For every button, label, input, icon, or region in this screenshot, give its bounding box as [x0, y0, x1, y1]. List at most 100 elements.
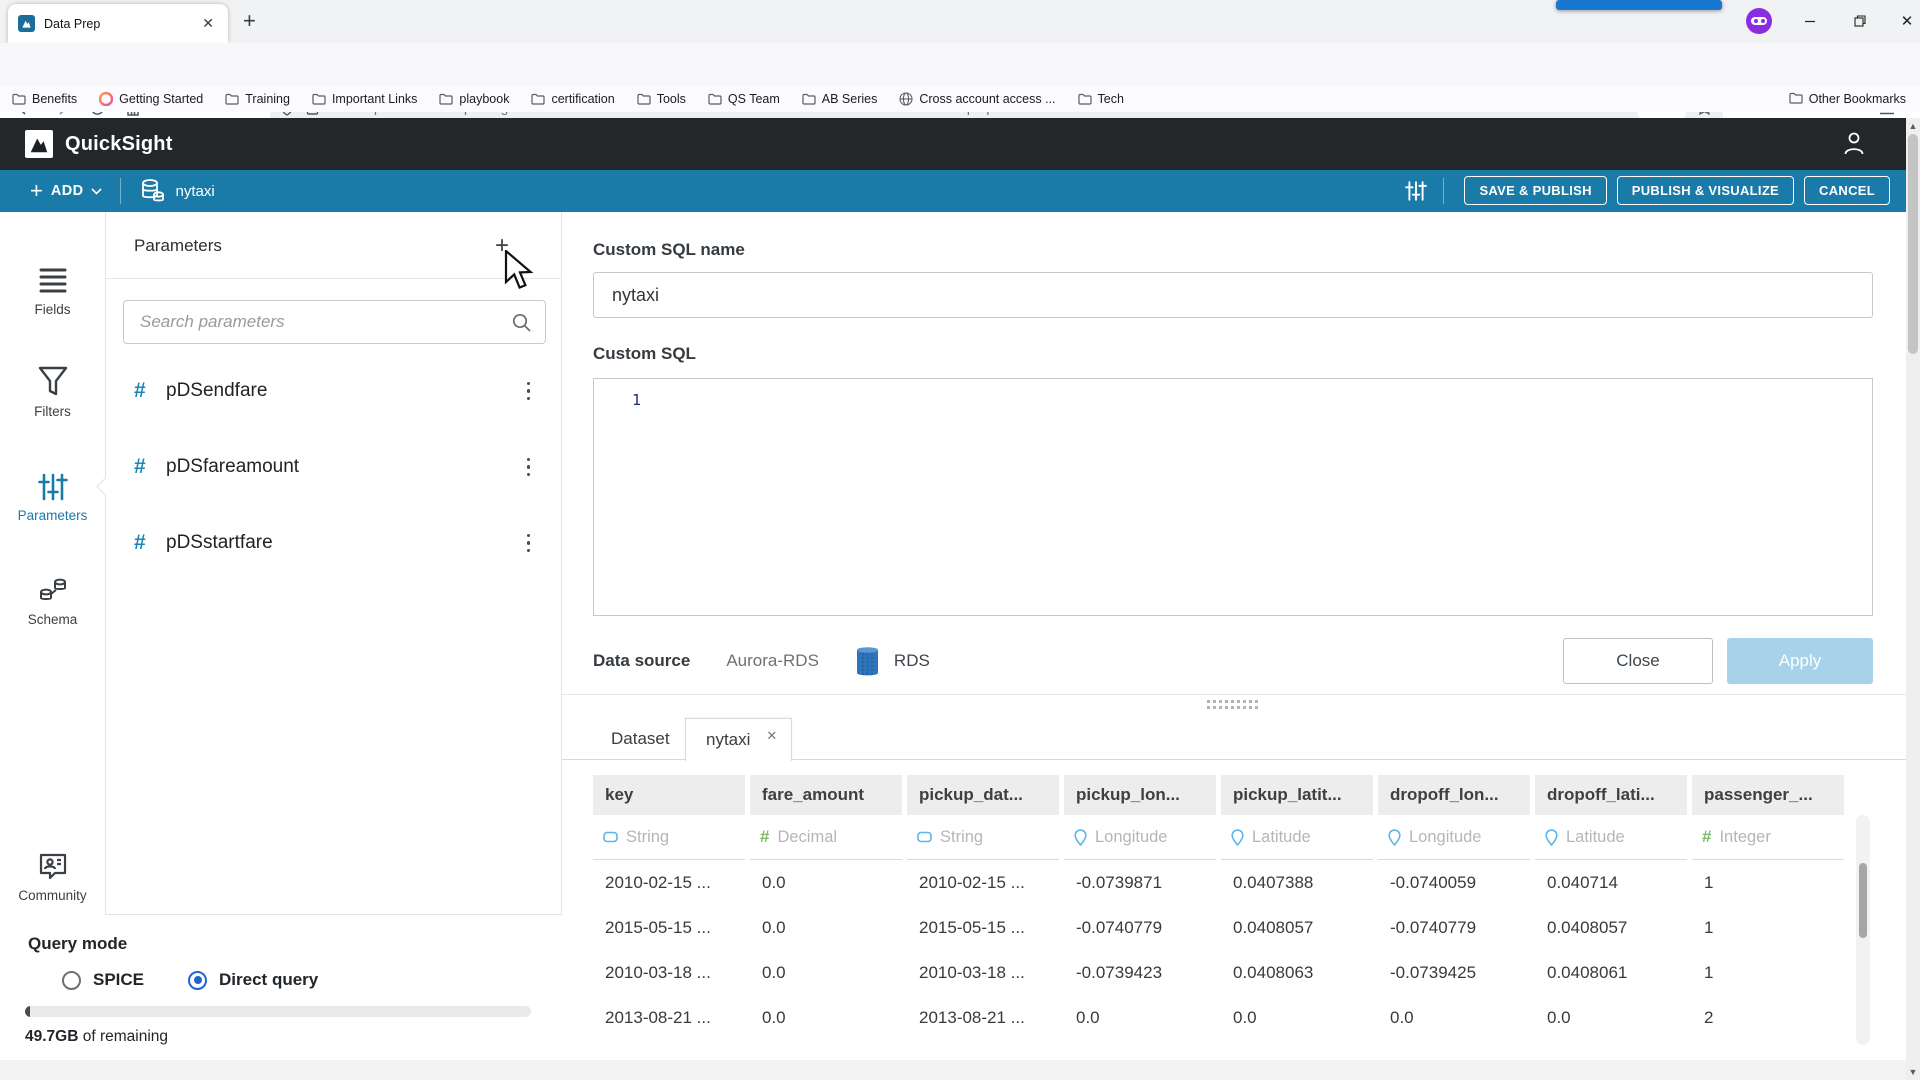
column-type[interactable]: Longitude	[1378, 815, 1530, 860]
table-column: passenger_... #Integer1112	[1692, 775, 1844, 1045]
parameter-name: pDSstartfare	[166, 532, 523, 554]
column-header[interactable]: pickup_dat...	[907, 775, 1059, 815]
database-icon	[139, 178, 165, 204]
folder-icon	[708, 93, 722, 105]
direct-query-label: Direct query	[219, 970, 318, 990]
table-cell: 0.0408057	[1535, 905, 1687, 950]
tab-close-icon[interactable]: ✕	[198, 15, 218, 32]
browser-tab[interactable]: Data Prep ✕	[8, 4, 228, 43]
editor-line-number: 1	[632, 391, 641, 409]
table-cell: -0.0740059	[1378, 860, 1530, 905]
parameter-item[interactable]: # pDSfareamount	[106, 444, 562, 490]
bookmark-item[interactable]: certification	[531, 92, 614, 106]
tab-dataset[interactable]: Dataset	[593, 718, 688, 760]
custom-sql-label: Custom SQL	[593, 344, 696, 364]
column-type[interactable]: Latitude	[1221, 815, 1373, 860]
window-close-button[interactable]: ✕	[1890, 6, 1920, 36]
page-scrollbar[interactable]: ▲ ▼	[1906, 118, 1920, 1080]
bookmark-item[interactable]: Getting Started	[99, 92, 203, 106]
table-scrollbar[interactable]	[1856, 815, 1870, 1045]
bookmark-item[interactable]: AB Series	[802, 92, 878, 106]
bookmark-item[interactable]: playbook	[439, 92, 509, 106]
sidebar-item-community[interactable]: Community	[0, 844, 105, 903]
parameter-menu-kebab-icon[interactable]	[523, 530, 563, 557]
column-type[interactable]: Longitude	[1064, 815, 1216, 860]
custom-sql-name-input[interactable]	[593, 272, 1873, 318]
column-type[interactable]: #Decimal	[750, 815, 902, 860]
scroll-up-icon[interactable]: ▲	[1906, 121, 1920, 131]
sql-editor[interactable]: 1	[593, 378, 1873, 616]
sidebar-item-filters[interactable]: Filters	[0, 360, 105, 419]
column-type[interactable]: #Integer	[1692, 815, 1844, 860]
parameter-menu-kebab-icon[interactable]	[523, 454, 563, 481]
table-cell: -0.0739423	[1064, 950, 1216, 995]
bookmark-item[interactable]: Training	[225, 92, 290, 106]
panel-drag-handle[interactable]	[1207, 700, 1258, 709]
scroll-down-icon[interactable]: ▼	[1906, 1067, 1920, 1077]
close-button[interactable]: Close	[1563, 638, 1713, 684]
left-sidebar: Fields Filters Parameters Schema Community	[0, 212, 106, 915]
folder-icon	[1789, 92, 1803, 107]
community-icon	[0, 844, 105, 882]
tab-nytaxi[interactable]: nytaxi ✕	[685, 718, 792, 761]
tab-close-icon[interactable]: ✕	[766, 728, 777, 744]
folder-icon	[225, 93, 239, 105]
column-header[interactable]: pickup_latit...	[1221, 775, 1373, 815]
table-cell: 0.0408057	[1221, 905, 1373, 950]
table-cell: 0.0	[750, 860, 902, 905]
filters-icon	[0, 360, 105, 398]
bookmark-item[interactable]: Cross account access ...	[899, 92, 1055, 106]
parameter-item[interactable]: # pDSendfare	[106, 368, 562, 414]
parameter-item[interactable]: # pDSstartfare	[106, 520, 562, 566]
settings-sliders-icon[interactable]	[1405, 180, 1427, 202]
bookmark-item[interactable]: Tools	[637, 92, 686, 106]
column-type[interactable]: String	[907, 815, 1059, 860]
column-header[interactable]: fare_amount	[750, 775, 902, 815]
other-bookmarks[interactable]: Other Bookmarks	[1789, 86, 1906, 112]
page-scrollbar-thumb[interactable]	[1908, 134, 1918, 354]
save-publish-button[interactable]: SAVE & PUBLISH	[1464, 176, 1606, 205]
new-tab-button[interactable]: +	[243, 8, 256, 34]
table-scrollbar-thumb[interactable]	[1859, 863, 1867, 938]
parameter-name: pDSfareamount	[166, 456, 523, 478]
table-cell: 2010-03-18 ...	[593, 950, 745, 995]
column-header[interactable]: passenger_...	[1692, 775, 1844, 815]
bookmark-item[interactable]: Tech	[1078, 92, 1124, 106]
column-header[interactable]: dropoff_lati...	[1535, 775, 1687, 815]
parameters-panel: Parameters + # pDSendfare # pDSfareamoun…	[106, 212, 562, 915]
search-input[interactable]	[124, 312, 512, 332]
parameter-menu-kebab-icon[interactable]	[523, 378, 563, 405]
bookmark-item[interactable]: QS Team	[708, 92, 780, 106]
cancel-button[interactable]: CANCEL	[1804, 176, 1890, 205]
user-icon[interactable]	[1842, 130, 1866, 161]
private-browsing-icon	[1746, 8, 1772, 34]
table-cell: -0.0739425	[1378, 950, 1530, 995]
window-minimize-button[interactable]	[1793, 6, 1827, 36]
sidebar-item-schema[interactable]: Schema	[0, 568, 105, 627]
table-column: pickup_lon... Longitude-0.0739871-0.0740…	[1064, 775, 1216, 1045]
spice-radio[interactable]	[62, 971, 81, 990]
dataset-name[interactable]: nytaxi	[175, 183, 214, 200]
column-header[interactable]: dropoff_lon...	[1378, 775, 1530, 815]
table-cell: 0.0	[1221, 995, 1373, 1040]
window-restore-button[interactable]	[1843, 6, 1877, 36]
column-type[interactable]: String	[593, 815, 745, 860]
direct-query-radio[interactable]	[188, 971, 207, 990]
publish-visualize-button[interactable]: PUBLISH & VISUALIZE	[1617, 176, 1794, 205]
parameter-search[interactable]	[123, 300, 546, 344]
bookmark-item[interactable]: Benefits	[12, 92, 77, 106]
browser-tab-title: Data Prep	[44, 17, 198, 31]
column-header[interactable]: pickup_lon...	[1064, 775, 1216, 815]
sparkle-icon	[99, 92, 113, 106]
add-parameter-button[interactable]: +	[495, 232, 509, 260]
table-cell: 2010-03-18 ...	[907, 950, 1059, 995]
schema-icon	[0, 568, 105, 606]
add-button[interactable]: + ADD	[30, 180, 102, 202]
pin-icon	[1074, 829, 1087, 846]
sidebar-item-fields[interactable]: Fields	[0, 258, 105, 317]
column-type[interactable]: Latitude	[1535, 815, 1687, 860]
bookmark-item[interactable]: Important Links	[312, 92, 417, 106]
apply-button[interactable]: Apply	[1727, 638, 1873, 684]
column-header[interactable]: key	[593, 775, 745, 815]
sidebar-item-parameters[interactable]: Parameters	[0, 464, 105, 523]
